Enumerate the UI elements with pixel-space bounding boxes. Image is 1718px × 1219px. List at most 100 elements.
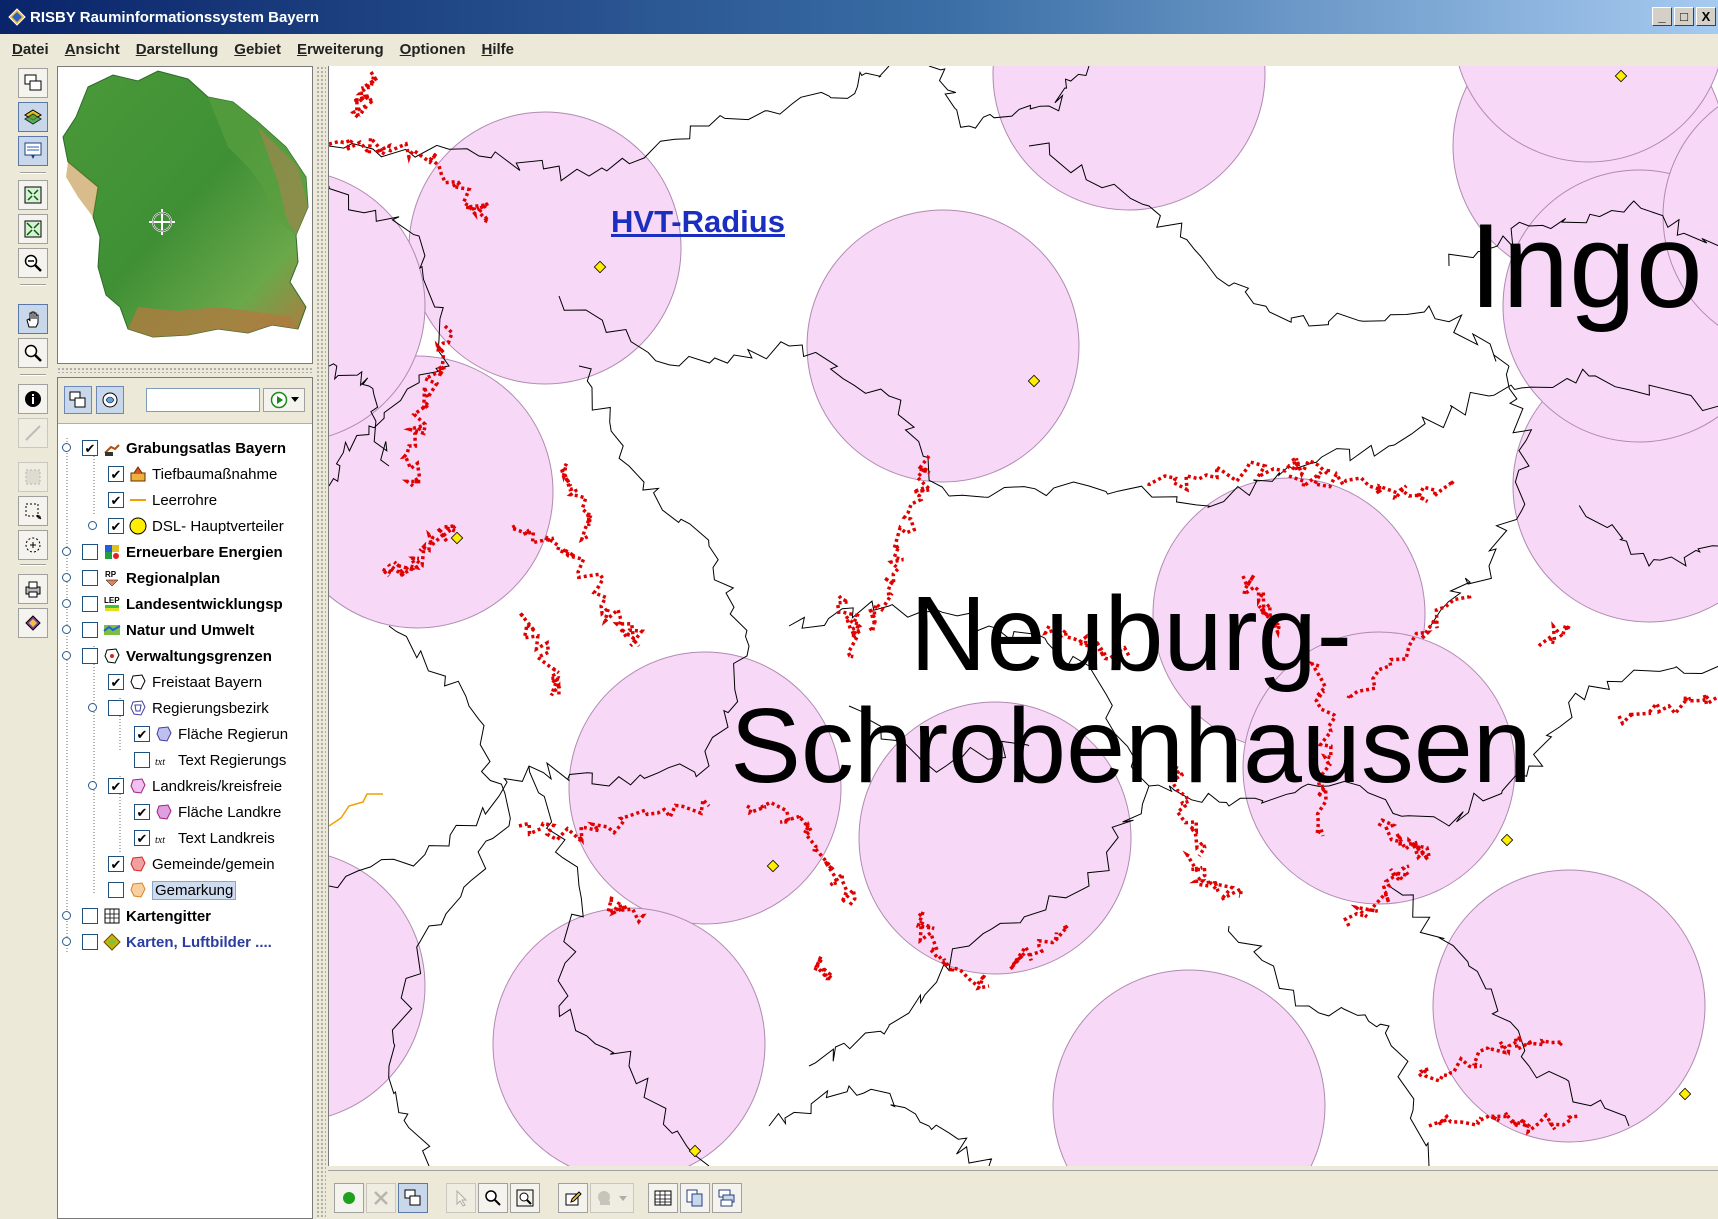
layer-checkbox[interactable]: ✔ [82, 440, 98, 456]
layer-checkbox[interactable]: ✔ [134, 804, 150, 820]
zoom-in-button[interactable] [18, 338, 48, 368]
zoom-extent-button[interactable] [18, 214, 48, 244]
layer-item[interactable]: Regierungsbezirk [108, 694, 269, 722]
tree-expander-icon[interactable] [88, 521, 97, 530]
layer-item[interactable]: ✔ Landkreis/kreisfreie [108, 772, 282, 800]
layer-item[interactable]: ✔ Fläche Landkre [134, 798, 281, 826]
book-button[interactable] [18, 608, 48, 638]
layer-item[interactable]: LEP Landesentwicklungsp [82, 590, 283, 618]
layer-search-go-button[interactable] [263, 388, 305, 412]
layer-item[interactable]: ✔ DSL- Hauptverteiler [108, 512, 284, 540]
select-area-button[interactable] [18, 462, 48, 492]
layer-checkbox[interactable] [82, 934, 98, 950]
close-button[interactable]: X [1696, 7, 1716, 26]
table-button[interactable] [648, 1183, 678, 1213]
legend-button[interactable] [18, 136, 48, 166]
menu-hilfe[interactable]: Hilfe [481, 41, 514, 58]
layer-checkbox[interactable]: ✔ [108, 492, 124, 508]
layer-checkbox[interactable] [82, 596, 98, 612]
map-canvas[interactable]: HVT-Radius Neuburg- Schrobenhausen Ingo [328, 66, 1718, 1166]
select-rectangle-button[interactable] [18, 496, 48, 526]
layer-checkbox[interactable] [82, 622, 98, 638]
layer-checkbox[interactable]: ✔ [134, 830, 150, 846]
zoom-in-button-bottom[interactable] [478, 1183, 508, 1213]
layer-item[interactable]: Karten, Luftbilder .... [82, 928, 272, 956]
print-button[interactable] [18, 574, 48, 604]
vertical-splitter[interactable] [316, 66, 326, 1219]
overview-map[interactable] [57, 66, 313, 364]
layer-search-input[interactable] [146, 388, 260, 412]
zoom-out-button[interactable] [18, 248, 48, 278]
lep-icon: LEP [102, 594, 122, 614]
tree-expander-icon[interactable] [62, 599, 71, 608]
stamp-dropdown-button[interactable] [590, 1183, 634, 1213]
cancel-button[interactable] [366, 1183, 396, 1213]
layer-item[interactable]: ✔ txt Text Landkreis [134, 824, 275, 852]
layer-checkbox[interactable]: ✔ [108, 856, 124, 872]
layer-label: Erneuerbare Energien [126, 543, 283, 561]
layer-window-button[interactable] [64, 386, 92, 414]
window-toggle-button[interactable] [398, 1183, 428, 1213]
measure-line-button[interactable] [18, 418, 48, 448]
layer-item[interactable]: ✔ Tiefbaumaßnahme [108, 460, 277, 488]
menu-datei[interactable]: Datei [12, 41, 49, 58]
minimize-button[interactable]: _ [1652, 7, 1672, 26]
layer-theme-button[interactable] [96, 386, 124, 414]
energy-icon [102, 542, 122, 562]
layer-checkbox[interactable] [108, 882, 124, 898]
maximize-button[interactable]: □ [1674, 7, 1694, 26]
menu-optionen[interactable]: Optionen [400, 41, 466, 58]
tree-expander-icon[interactable] [62, 547, 71, 556]
pointer-button[interactable] [446, 1183, 476, 1213]
layer-checkbox[interactable]: ✔ [134, 726, 150, 742]
layer-checkbox[interactable] [82, 544, 98, 560]
layer-item[interactable]: Natur und Umwelt [82, 616, 254, 644]
zoom-full-button[interactable] [18, 180, 48, 210]
layer-item[interactable]: ✔ Fläche Regierun [134, 720, 288, 748]
layer-item[interactable]: Erneuerbare Energien [82, 538, 283, 566]
layer-checkbox[interactable]: ✔ [108, 674, 124, 690]
select-circle-button[interactable] [18, 530, 48, 560]
layer-item[interactable]: Gemarkung [108, 876, 237, 904]
layer-checkbox[interactable] [134, 752, 150, 768]
tree-expander-icon[interactable] [62, 625, 71, 634]
layer-checkbox[interactable]: ✔ [108, 518, 124, 534]
layer-item[interactable]: ✔ Freistaat Bayern [108, 668, 262, 696]
info-button[interactable] [18, 384, 48, 414]
layer-checkbox[interactable] [108, 700, 124, 716]
zoom-in-icon [485, 1190, 501, 1206]
layer-checkbox[interactable]: ✔ [108, 466, 124, 482]
menu-gebiet[interactable]: Gebiet [234, 41, 281, 58]
tree-expander-icon[interactable] [62, 911, 71, 920]
hvt-radius-label[interactable]: HVT-Radius [611, 204, 785, 240]
layer-item[interactable]: txt Text Regierungs [134, 746, 286, 774]
tree-expander-icon[interactable] [62, 937, 71, 946]
layer-item[interactable]: Kartengitter [82, 902, 211, 930]
tree-expander-icon[interactable] [88, 781, 97, 790]
layers-button[interactable] [18, 102, 48, 132]
layer-checkbox[interactable]: ✔ [108, 778, 124, 794]
tree-expander-icon[interactable] [62, 573, 71, 582]
tree-expander-icon[interactable] [88, 703, 97, 712]
tree-expander-icon[interactable] [62, 651, 71, 660]
windows-button[interactable] [712, 1183, 742, 1213]
layer-checkbox[interactable] [82, 648, 98, 664]
menu-darstellung[interactable]: Darstellung [136, 41, 219, 58]
layer-item[interactable]: RP Regionalplan [82, 564, 220, 592]
layer-item[interactable]: ✔ Grabungsatlas Bayern [82, 434, 286, 462]
layer-checkbox[interactable] [82, 908, 98, 924]
pan-button[interactable] [18, 304, 48, 334]
tree-expander-icon[interactable] [62, 443, 71, 452]
overview-window-button[interactable] [18, 68, 48, 98]
ok-button[interactable] [334, 1183, 364, 1213]
layer-checkbox[interactable] [82, 570, 98, 586]
edit-button[interactable] [558, 1183, 588, 1213]
layer-item[interactable]: ✔ Gemeinde/gemein [108, 850, 275, 878]
copy-button[interactable] [680, 1183, 710, 1213]
horizontal-splitter[interactable] [57, 367, 313, 373]
menu-ansicht[interactable]: Ansicht [65, 41, 120, 58]
layer-item[interactable]: Verwaltungsgrenzen [82, 642, 272, 670]
menu-erweiterung[interactable]: Erweiterung [297, 41, 384, 58]
zoom-box-button[interactable] [510, 1183, 540, 1213]
layer-item[interactable]: ✔ Leerrohre [108, 486, 217, 514]
